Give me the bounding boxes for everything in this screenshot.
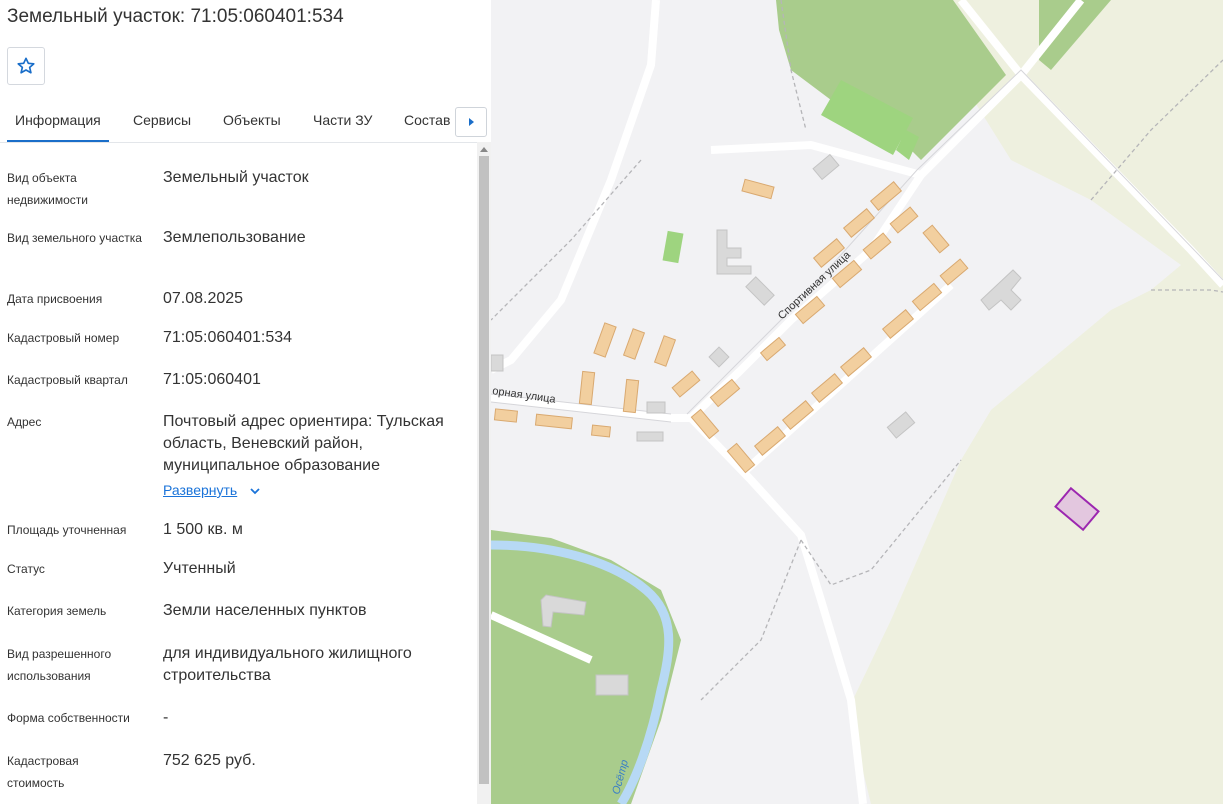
building bbox=[491, 354, 504, 372]
caret-right-icon bbox=[469, 118, 474, 126]
field-label: Кадастровый квартал bbox=[7, 373, 128, 387]
tab-services[interactable]: Сервисы bbox=[133, 100, 191, 140]
panel-scrollbar[interactable] bbox=[477, 142, 491, 804]
tab-composition[interactable]: Состав bbox=[404, 100, 450, 140]
building bbox=[646, 401, 666, 414]
field-value: Почтовый адрес ориентира: Тульская облас… bbox=[163, 413, 444, 474]
field-value: Учтенный bbox=[163, 560, 236, 577]
field-label: Форма собственности bbox=[7, 711, 130, 725]
field-label: Категория земель bbox=[7, 604, 107, 618]
field-label: Кадастровый номер bbox=[7, 331, 120, 345]
tab-objects[interactable]: Объекты bbox=[223, 100, 281, 140]
chevron-down-icon[interactable] bbox=[248, 484, 262, 498]
field-value: Землепользование bbox=[163, 229, 306, 246]
map-view[interactable]: Спортивная улица орная улица Осётр bbox=[491, 0, 1223, 804]
star-outline-icon bbox=[17, 57, 35, 74]
field-value: Земельный участок bbox=[163, 169, 309, 186]
field-value: - bbox=[163, 709, 169, 726]
house bbox=[590, 424, 612, 438]
scroll-up-arrow[interactable] bbox=[477, 142, 491, 156]
building bbox=[636, 431, 664, 442]
page-title: Земельный участок: 71:05:060401:534 bbox=[7, 6, 344, 27]
favorite-button[interactable] bbox=[7, 47, 45, 85]
field-label: Площадь уточненная bbox=[7, 523, 127, 537]
tabs-scroll-right-button[interactable] bbox=[455, 107, 487, 137]
field-label: Статус bbox=[7, 562, 45, 576]
field-label: Кадастровая стоимость bbox=[7, 754, 79, 790]
field-label: Вид земельного участка bbox=[7, 231, 142, 245]
field-value: 752 625 руб. bbox=[163, 752, 256, 769]
field-label: Дата присвоения bbox=[7, 292, 103, 306]
caret-up-icon bbox=[480, 147, 488, 152]
field-value: 71:05:060401:534 bbox=[163, 329, 293, 346]
expand-address-link[interactable]: Развернуть bbox=[163, 482, 237, 498]
field-value: 07.08.2025 bbox=[163, 290, 244, 307]
house bbox=[493, 408, 519, 423]
tab-parts[interactable]: Части ЗУ bbox=[313, 100, 372, 140]
building bbox=[595, 674, 629, 696]
field-label: Вид объекта недвижимости bbox=[7, 171, 88, 207]
scroll-thumb[interactable] bbox=[479, 156, 489, 784]
info-panel: Земельный участок: 71:05:060401:534 Инфо… bbox=[0, 0, 491, 804]
tab-bar: Информация Сервисы Объекты Части ЗУ Сост… bbox=[0, 100, 491, 143]
field-label: Вид разрешенного использования bbox=[7, 647, 112, 683]
field-label: Адрес bbox=[7, 415, 42, 429]
field-value: Земли населенных пунктов bbox=[163, 602, 367, 619]
field-value: 71:05:060401 bbox=[163, 371, 261, 388]
field-value: 1 500 кв. м bbox=[163, 521, 243, 538]
field-value: для индивидуального жилищного строительс… bbox=[163, 645, 412, 684]
tab-information[interactable]: Информация bbox=[7, 100, 109, 142]
